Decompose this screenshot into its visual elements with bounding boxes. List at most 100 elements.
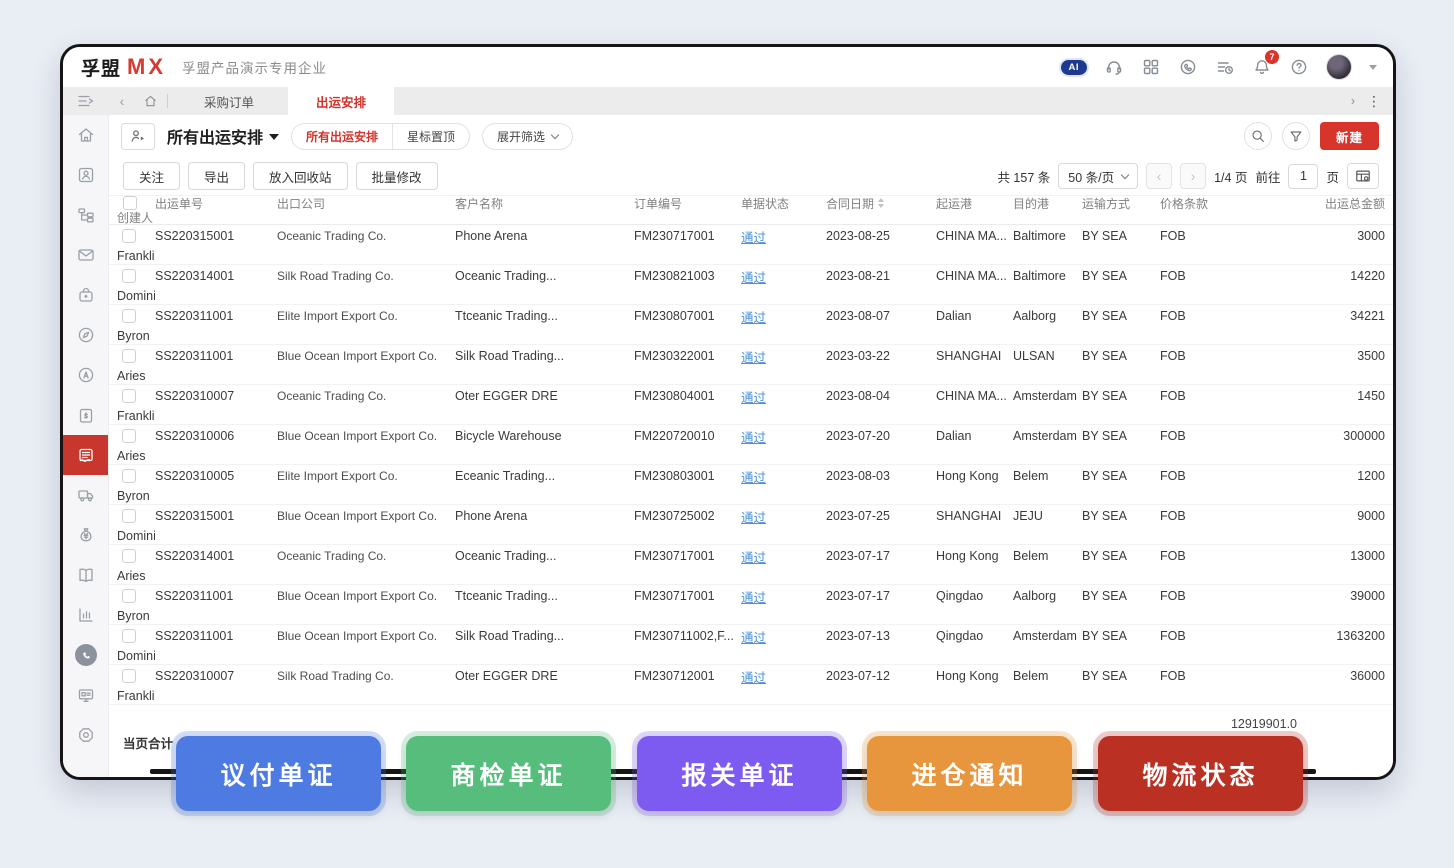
col-contract-date[interactable]: 合同日期	[826, 195, 936, 212]
notifications-bell-icon[interactable]: 7	[1252, 57, 1272, 77]
row-checkbox[interactable]	[122, 269, 136, 283]
sidebar-item-shipping-active[interactable]	[63, 435, 108, 475]
table-row[interactable]: SS220310007 Oceanic Trading Co. Oter EGG…	[109, 385, 1393, 425]
sidebar-item-logistics[interactable]	[63, 475, 108, 515]
col-export-company[interactable]: 出口公司	[277, 195, 455, 212]
sort-icon[interactable]	[878, 198, 884, 208]
row-checkbox[interactable]	[122, 469, 136, 483]
tab-shipping-arrangement[interactable]: 出运安排	[288, 87, 394, 115]
status-link[interactable]: 通过	[741, 227, 766, 246]
sidebar-item-settings[interactable]	[63, 715, 108, 755]
table-row[interactable]: SS220314001 Silk Road Trading Co. Oceani…	[109, 265, 1393, 305]
sidebar-item-ledger[interactable]	[63, 555, 108, 595]
ai-assistant-button[interactable]: AI	[1061, 60, 1088, 75]
tab-more-icon[interactable]: ⋮	[1367, 93, 1381, 110]
table-row[interactable]: SS220315001 Blue Ocean Import Export Co.…	[109, 505, 1393, 545]
row-checkbox[interactable]	[122, 589, 136, 603]
sidebar-item-mail[interactable]	[63, 235, 108, 275]
segment-starred-top[interactable]: 星标置顶	[392, 124, 469, 149]
sidebar-item-whatsapp[interactable]	[63, 635, 108, 675]
flow-button-warehouse-notice[interactable]: 进仓通知	[867, 736, 1072, 811]
table-row[interactable]: SS220310006 Blue Ocean Import Export Co.…	[109, 425, 1393, 465]
sidebar-item-reports[interactable]	[63, 595, 108, 635]
status-link[interactable]: 通过	[741, 547, 766, 566]
whatsapp-icon[interactable]	[1178, 57, 1198, 77]
apps-grid-icon[interactable]	[1141, 57, 1161, 77]
tab-back-chevron-icon[interactable]: ‹	[109, 93, 135, 109]
flow-button-negotiation-docs[interactable]: 议付单证	[176, 736, 381, 811]
headset-support-icon[interactable]	[1104, 57, 1124, 77]
status-link[interactable]: 通过	[741, 587, 766, 606]
col-price-terms[interactable]: 价格条款	[1160, 195, 1297, 212]
table-row[interactable]: SS220310005 Elite Import Export Co. Ecea…	[109, 465, 1393, 505]
table-row[interactable]: SS220311001 Blue Ocean Import Export Co.…	[109, 585, 1393, 625]
row-checkbox[interactable]	[122, 349, 136, 363]
help-icon[interactable]	[1289, 57, 1309, 77]
row-checkbox[interactable]	[122, 669, 136, 683]
sidebar-item-compass[interactable]	[63, 315, 108, 355]
col-order-no[interactable]: 订单编号	[634, 195, 741, 212]
status-link[interactable]: 通过	[741, 467, 766, 486]
search-button[interactable]	[1244, 122, 1272, 150]
col-port-destination[interactable]: 目的港	[1013, 195, 1082, 212]
col-customer-name[interactable]: 客户名称	[455, 195, 634, 212]
export-button[interactable]: 导出	[188, 162, 245, 190]
flow-button-inspection-docs[interactable]: 商检单证	[406, 736, 611, 811]
table-row[interactable]: SS220311001 Blue Ocean Import Export Co.…	[109, 625, 1393, 665]
row-checkbox[interactable]	[122, 549, 136, 563]
col-doc-status[interactable]: 单据状态	[741, 195, 826, 212]
batch-edit-button[interactable]: 批量修改	[356, 162, 438, 190]
row-checkbox[interactable]	[122, 389, 136, 403]
sidebar-item-devices[interactable]	[63, 675, 108, 715]
flow-button-logistics-status[interactable]: 物流状态	[1098, 736, 1303, 811]
table-row[interactable]: SS220315001 Oceanic Trading Co. Phone Ar…	[109, 225, 1393, 265]
flow-button-customs-docs[interactable]: 报关单证	[637, 736, 842, 811]
sidebar-item-home[interactable]	[63, 115, 108, 155]
tab-home-icon[interactable]	[135, 94, 165, 109]
sidebar-item-marketing[interactable]	[63, 355, 108, 395]
col-total-amount[interactable]: 出运总金额	[1297, 195, 1393, 212]
status-link[interactable]: 通过	[741, 307, 766, 326]
column-settings-button[interactable]	[1347, 163, 1379, 189]
row-checkbox[interactable]	[122, 629, 136, 643]
col-creator[interactable]: 创建人	[109, 209, 155, 226]
user-menu-chevron-icon[interactable]	[1369, 65, 1377, 70]
owner-filter-button[interactable]	[121, 123, 155, 150]
goto-page-input[interactable]	[1288, 164, 1318, 189]
status-link[interactable]: 通过	[741, 427, 766, 446]
status-link[interactable]: 通过	[741, 627, 766, 646]
create-new-button[interactable]: 新建	[1320, 122, 1379, 150]
status-link[interactable]: 通过	[741, 667, 766, 686]
segment-all-shipping[interactable]: 所有出运安排	[292, 124, 392, 149]
follow-button[interactable]: 关注	[123, 162, 180, 190]
status-link[interactable]: 通过	[741, 347, 766, 366]
col-transport-mode[interactable]: 运输方式	[1082, 195, 1160, 212]
status-link[interactable]: 通过	[741, 267, 766, 286]
recycle-bin-button[interactable]: 放入回收站	[253, 162, 348, 190]
sidebar-item-products[interactable]	[63, 275, 108, 315]
table-row[interactable]: SS220311001 Elite Import Export Co. Ttce…	[109, 305, 1393, 345]
view-selector[interactable]: 所有出运安排	[167, 124, 279, 148]
tab-forward-chevron-icon[interactable]: ›	[1351, 94, 1355, 108]
page-size-select[interactable]: 50 条/页	[1058, 163, 1138, 189]
user-avatar[interactable]	[1326, 54, 1352, 80]
row-checkbox[interactable]	[122, 229, 136, 243]
col-shipment-no[interactable]: 出运单号	[155, 195, 277, 212]
sidebar-item-orders[interactable]	[63, 395, 108, 435]
table-row[interactable]: SS220310007 Silk Road Trading Co. Oter E…	[109, 665, 1393, 705]
task-history-icon[interactable]	[1215, 57, 1235, 77]
table-row[interactable]: SS220314001 Oceanic Trading Co. Oceanic …	[109, 545, 1393, 585]
col-port-loading[interactable]: 起运港	[936, 195, 1013, 212]
sidebar-item-finance[interactable]	[63, 515, 108, 555]
sidebar-item-org-structure[interactable]	[63, 195, 108, 235]
expand-filters-button[interactable]: 展开筛选	[482, 123, 573, 150]
next-page-button[interactable]: ›	[1180, 163, 1206, 189]
status-link[interactable]: 通过	[741, 387, 766, 406]
row-checkbox[interactable]	[122, 309, 136, 323]
status-link[interactable]: 通过	[741, 507, 766, 526]
row-checkbox[interactable]	[122, 429, 136, 443]
row-checkbox[interactable]	[122, 509, 136, 523]
sidebar-item-contacts[interactable]	[63, 155, 108, 195]
filter-funnel-button[interactable]	[1282, 122, 1310, 150]
tab-purchase-orders[interactable]: 采购订单	[170, 87, 288, 115]
